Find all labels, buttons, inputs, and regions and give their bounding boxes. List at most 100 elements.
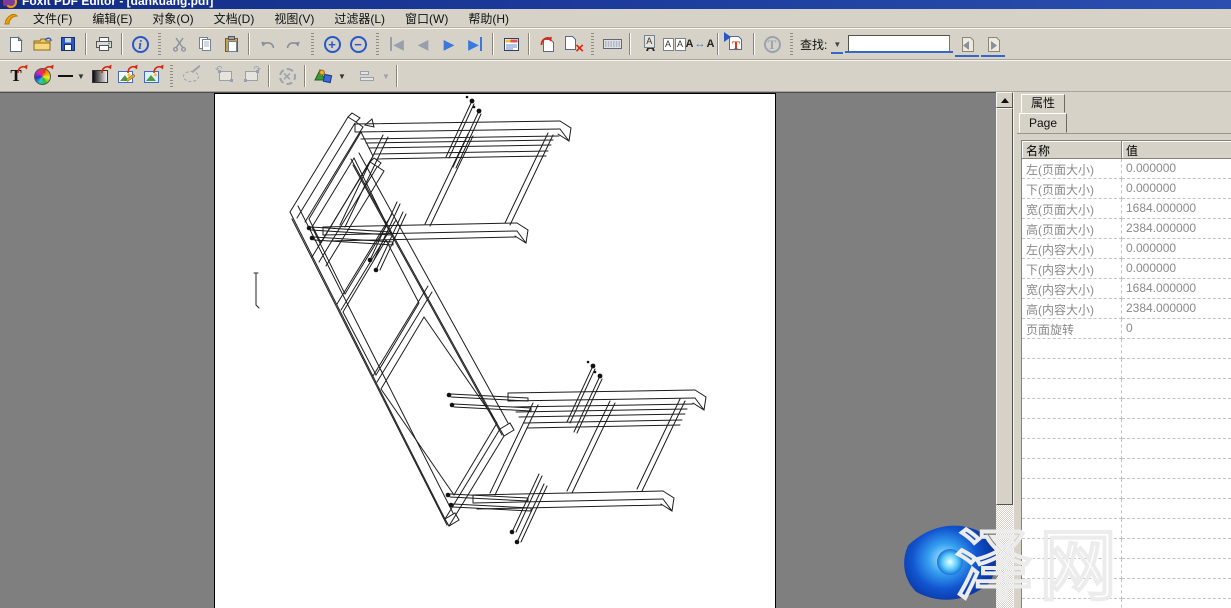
line-icon bbox=[58, 75, 73, 77]
scissors-icon bbox=[172, 37, 187, 52]
copy-button[interactable] bbox=[192, 31, 218, 57]
undo-button[interactable] bbox=[254, 31, 280, 57]
insert-color-button[interactable] bbox=[29, 63, 55, 89]
property-value[interactable]: 1684.000000 bbox=[1122, 199, 1231, 219]
property-value[interactable]: 0.000000 bbox=[1122, 159, 1231, 179]
find-input[interactable] bbox=[848, 35, 950, 53]
menu-view[interactable]: 视图(V) bbox=[264, 9, 324, 28]
zoom-out-button[interactable]: − bbox=[345, 31, 371, 57]
menu-edit[interactable]: 编辑(E) bbox=[82, 9, 142, 28]
align-dropdown[interactable]: ▼ bbox=[380, 72, 392, 81]
find-dropdown[interactable]: ▼ bbox=[830, 34, 844, 54]
property-name: 左(页面大小) bbox=[1022, 159, 1122, 179]
rotate-object-left-button[interactable]: ↶ bbox=[212, 63, 238, 89]
toolbar-grip[interactable] bbox=[170, 65, 173, 87]
property-value[interactable]: 1684.000000 bbox=[1122, 279, 1231, 299]
menu-file[interactable]: 文件(F) bbox=[23, 9, 82, 28]
print-button[interactable] bbox=[91, 31, 117, 57]
red-t-icon: T bbox=[732, 38, 740, 53]
text-tool-button[interactable]: T bbox=[759, 31, 785, 57]
save-button[interactable] bbox=[55, 31, 81, 57]
next-page-button[interactable]: ▶ bbox=[436, 31, 462, 57]
toolbar-separator bbox=[121, 33, 123, 55]
letter-spacing-button[interactable]: A ↔ A bbox=[687, 31, 713, 57]
property-value[interactable]: 0 bbox=[1122, 319, 1231, 339]
vertical-scrollbar[interactable] bbox=[996, 92, 1013, 608]
toolbar-grip[interactable] bbox=[591, 33, 594, 55]
insert-shading-button[interactable] bbox=[87, 63, 113, 89]
align-objects-button[interactable] bbox=[354, 63, 380, 89]
last-page-button[interactable]: ▶ bbox=[462, 31, 488, 57]
virtual-keyboard-button[interactable] bbox=[599, 31, 625, 57]
pdf-page[interactable] bbox=[214, 93, 776, 608]
menu-document[interactable]: 文档(D) bbox=[204, 9, 265, 28]
property-row: 页面旋转 0 bbox=[1022, 319, 1231, 339]
zoom-in-button[interactable]: + bbox=[319, 31, 345, 57]
previous-page-button[interactable]: ◀ bbox=[410, 31, 436, 57]
cut-button[interactable] bbox=[166, 31, 192, 57]
first-page-button[interactable]: ◀ bbox=[384, 31, 410, 57]
paste-button[interactable] bbox=[218, 31, 244, 57]
text-circle-icon: T bbox=[764, 36, 781, 53]
toolbar-grip[interactable] bbox=[158, 33, 161, 55]
empty-row bbox=[1022, 539, 1231, 559]
delete-page-button[interactable]: × bbox=[560, 31, 586, 57]
menu-help[interactable]: 帮助(H) bbox=[458, 9, 519, 28]
redo-icon bbox=[285, 38, 302, 51]
menu-window[interactable]: 窗口(W) bbox=[395, 9, 458, 28]
property-value[interactable]: 0.000000 bbox=[1122, 179, 1231, 199]
font-size-button[interactable]: A A bbox=[661, 31, 687, 57]
frame-drawing bbox=[215, 94, 776, 608]
import-text-button[interactable]: T bbox=[723, 31, 749, 57]
line-style-dropdown[interactable]: ▼ bbox=[75, 72, 87, 81]
document-canvas[interactable] bbox=[0, 92, 996, 608]
save-floppy-icon bbox=[60, 36, 76, 52]
empty-row bbox=[1022, 439, 1231, 459]
lasso-edit-button[interactable] bbox=[178, 63, 204, 89]
page-layout-button[interactable] bbox=[498, 31, 524, 57]
rotate-object-right-button[interactable]: ↷ bbox=[238, 63, 264, 89]
insert-page-button[interactable] bbox=[534, 31, 560, 57]
blue-arrow-icon bbox=[724, 32, 731, 42]
column-header-value[interactable]: 值 bbox=[1122, 141, 1231, 159]
toolbar-grip[interactable] bbox=[311, 33, 314, 55]
menu-filter[interactable]: 过滤器(L) bbox=[324, 9, 395, 28]
delete-object-button[interactable]: × bbox=[274, 63, 300, 89]
insert-text-button[interactable]: T bbox=[3, 63, 29, 89]
property-value[interactable]: 2384.000000 bbox=[1122, 299, 1231, 319]
insert-shape-button[interactable] bbox=[310, 63, 336, 89]
delete-x-icon: × bbox=[575, 40, 584, 57]
redo-button[interactable] bbox=[280, 31, 306, 57]
red-curve-arrow-icon bbox=[17, 64, 28, 74]
toolbar-grip[interactable] bbox=[376, 33, 379, 55]
find-previous-button[interactable] bbox=[954, 31, 980, 57]
property-row: 高(页面大小) 2384.000000 bbox=[1022, 219, 1231, 239]
scrollbar-thumb[interactable] bbox=[996, 108, 1013, 505]
property-value[interactable]: 2384.000000 bbox=[1122, 219, 1231, 239]
toolbar-separator bbox=[304, 65, 306, 87]
paste-clipboard-icon bbox=[224, 36, 239, 53]
delete-object-icon: × bbox=[279, 68, 296, 85]
new-document-button[interactable] bbox=[3, 31, 29, 57]
copy-icon bbox=[197, 36, 213, 52]
shape-dropdown[interactable]: ▼ bbox=[336, 72, 348, 81]
property-value[interactable]: 0.000000 bbox=[1122, 239, 1231, 259]
properties-tab[interactable]: 属性 bbox=[1021, 94, 1065, 113]
toolbar-grip[interactable] bbox=[790, 33, 793, 55]
edit-image-button[interactable] bbox=[113, 63, 139, 89]
open-button[interactable] bbox=[29, 31, 55, 57]
document-info-button[interactable]: i bbox=[127, 31, 153, 57]
tab-page[interactable]: Page bbox=[1019, 113, 1067, 133]
line-style-button[interactable] bbox=[55, 63, 75, 89]
find-next-button[interactable] bbox=[980, 31, 1006, 57]
document-icon bbox=[3, 11, 19, 26]
chevron-down-icon: ▼ bbox=[833, 40, 841, 49]
menu-object[interactable]: 对象(O) bbox=[142, 9, 203, 28]
scroll-up-button[interactable] bbox=[996, 92, 1013, 108]
empty-row bbox=[1022, 479, 1231, 499]
insert-image-button[interactable] bbox=[139, 63, 165, 89]
find-previous-icon bbox=[959, 36, 975, 53]
replace-font-button[interactable]: A A bbox=[635, 31, 661, 57]
property-value[interactable]: 0.000000 bbox=[1122, 259, 1231, 279]
column-header-name[interactable]: 名称 bbox=[1022, 141, 1122, 159]
